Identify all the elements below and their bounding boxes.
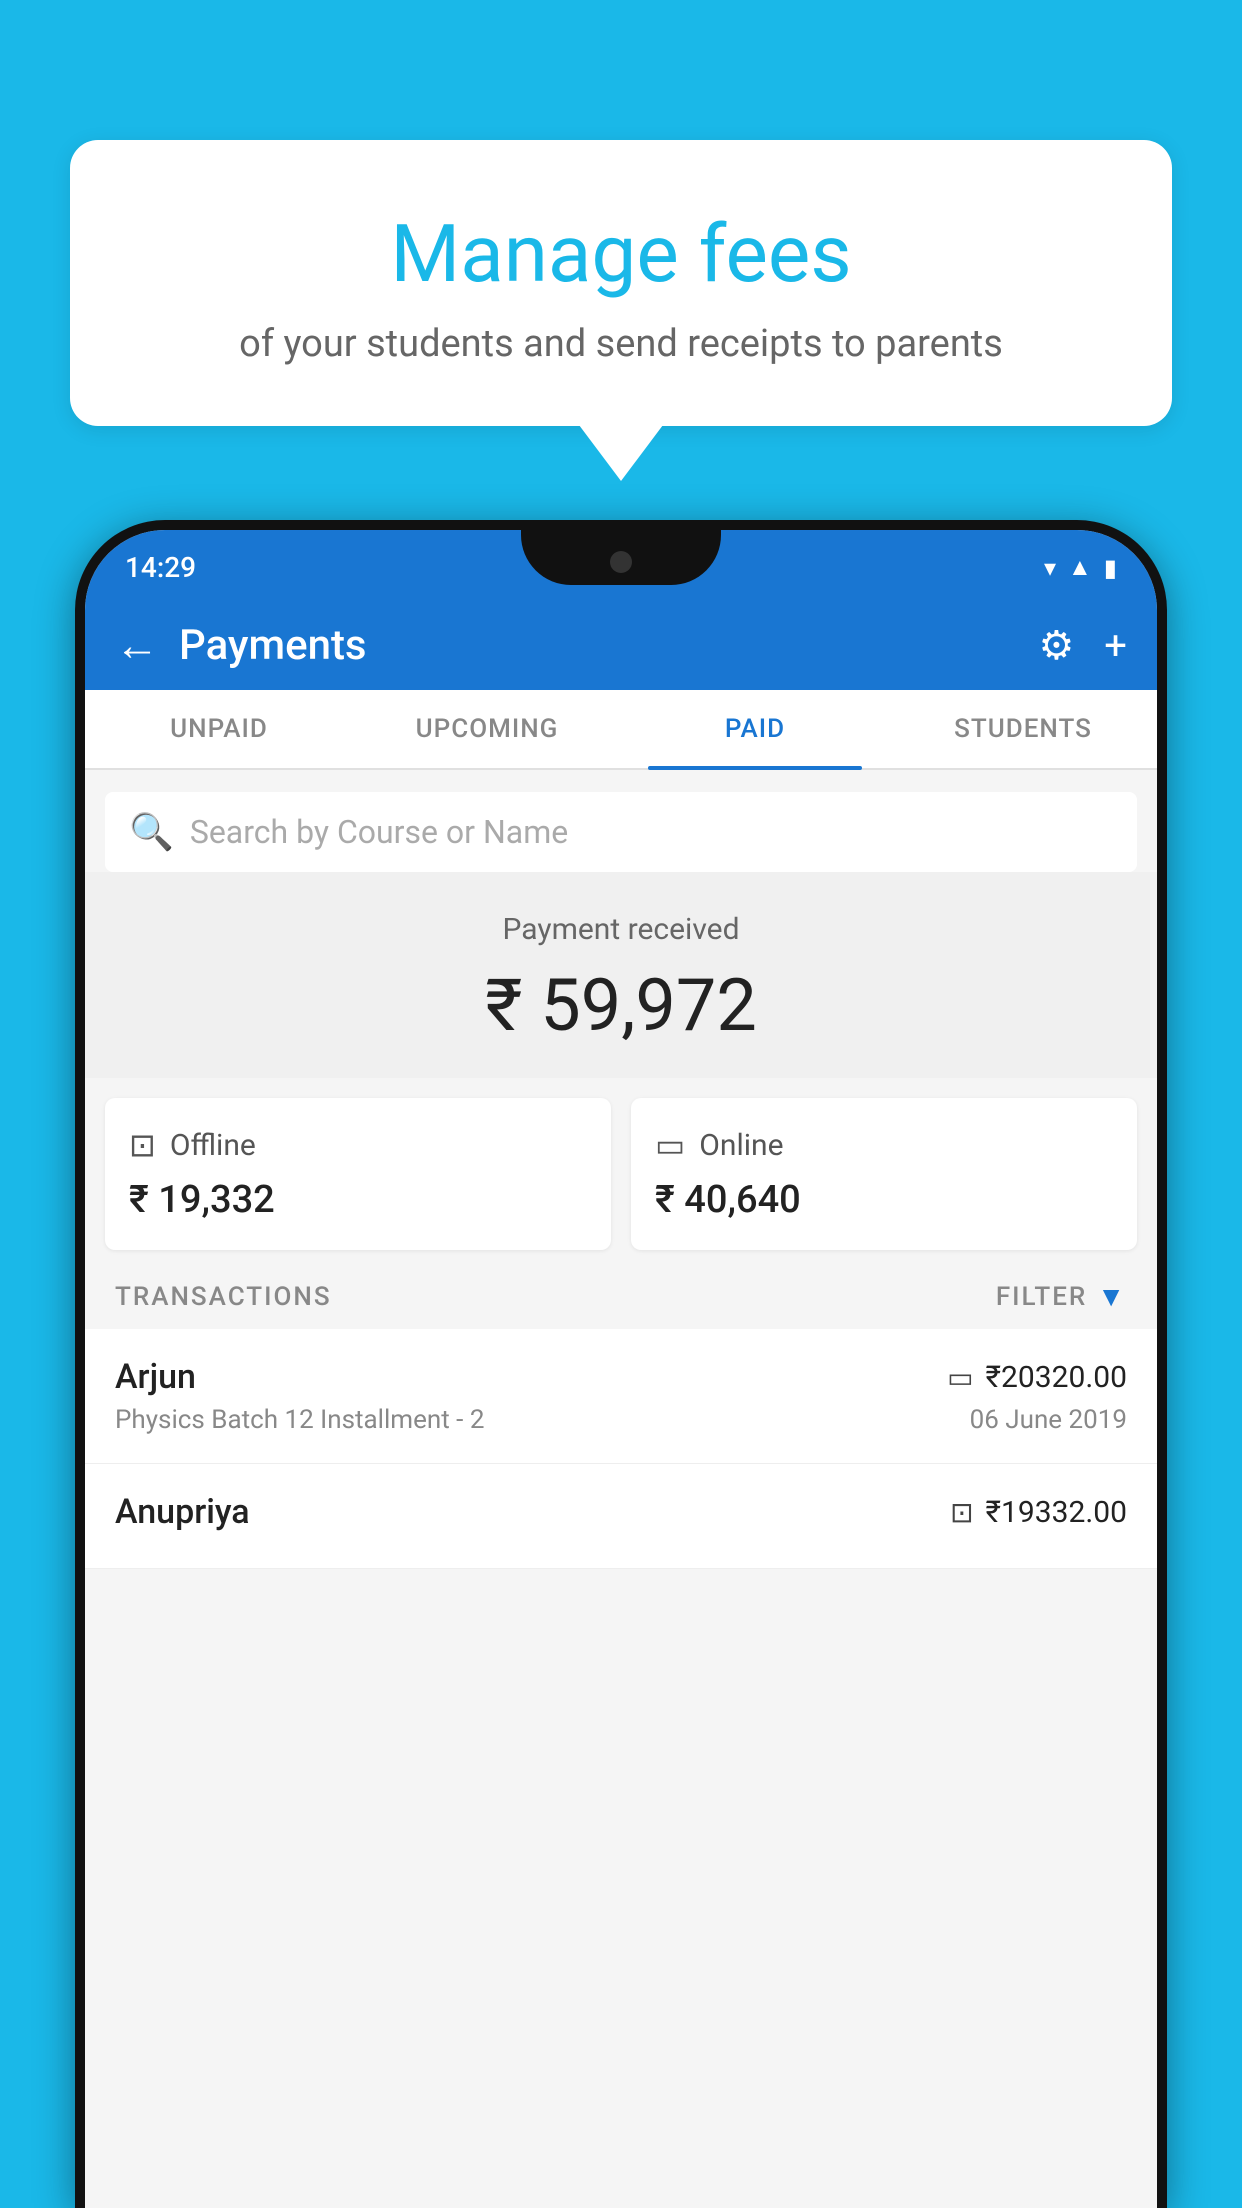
- tab-paid[interactable]: PAID: [621, 690, 889, 768]
- tab-upcoming[interactable]: UPCOMING: [353, 690, 621, 768]
- phone-notch: [521, 530, 721, 585]
- online-amount: ₹ 40,640: [655, 1178, 1113, 1222]
- offline-label: Offline: [170, 1128, 256, 1163]
- wifi-icon: ▾: [1044, 554, 1056, 582]
- offline-icon: ⊡: [129, 1126, 156, 1164]
- settings-icon[interactable]: ⚙: [1038, 622, 1074, 669]
- transactions-label: TRANSACTIONS: [115, 1282, 332, 1312]
- online-label: Online: [699, 1128, 783, 1163]
- offline-amount: ₹ 19,332: [129, 1178, 587, 1222]
- app-header: ← Payments ⚙ +: [85, 600, 1157, 690]
- back-button[interactable]: ←: [115, 619, 159, 671]
- search-icon: 🔍: [129, 811, 174, 853]
- offline-payment-icon: ⊡: [950, 1496, 973, 1529]
- speech-bubble: Manage fees of your students and send re…: [70, 140, 1172, 426]
- transaction-top: Arjun ▭ ₹20320.00: [115, 1357, 1127, 1397]
- offline-card-header: ⊡ Offline: [129, 1126, 587, 1164]
- bubble-title: Manage fees: [130, 210, 1112, 298]
- search-placeholder: Search by Course or Name: [190, 813, 568, 851]
- header-actions: ⚙ +: [1038, 622, 1127, 669]
- bubble-subtitle: of your students and send receipts to pa…: [130, 322, 1112, 366]
- status-icons: ▾ ▲ ▮: [1044, 553, 1117, 582]
- signal-icon: ▲: [1068, 553, 1092, 582]
- payment-cards: ⊡ Offline ₹ 19,332 ▭ Online ₹ 40,640: [105, 1098, 1137, 1250]
- online-card-header: ▭ Online: [655, 1126, 1113, 1164]
- payment-total-amount: ₹ 59,972: [115, 963, 1127, 1048]
- online-payment-icon: ▭: [947, 1361, 973, 1394]
- transactions-header: TRANSACTIONS FILTER ▼: [85, 1250, 1157, 1329]
- camera: [610, 551, 632, 573]
- transaction-amount: ⊡ ₹19332.00: [950, 1495, 1127, 1530]
- status-time: 14:29: [125, 551, 196, 584]
- online-card: ▭ Online ₹ 40,640: [631, 1098, 1137, 1250]
- transaction-date: 06 June 2019: [970, 1405, 1127, 1435]
- transaction-amount: ▭ ₹20320.00: [947, 1360, 1127, 1395]
- filter-button[interactable]: FILTER ▼: [996, 1280, 1127, 1313]
- transaction-name: Anupriya: [115, 1492, 250, 1532]
- add-icon[interactable]: +: [1104, 622, 1127, 669]
- transaction-description: Physics Batch 12 Installment - 2: [115, 1405, 484, 1435]
- phone-screen: 14:29 ▾ ▲ ▮ ← Payments ⚙ + UNPAID UPCOMI…: [85, 530, 1157, 2208]
- payment-summary: Payment received ₹ 59,972: [85, 872, 1157, 1078]
- offline-card: ⊡ Offline ₹ 19,332: [105, 1098, 611, 1250]
- tab-unpaid[interactable]: UNPAID: [85, 690, 353, 768]
- transaction-bottom: Physics Batch 12 Installment - 2 06 June…: [115, 1405, 1127, 1435]
- content-area: 🔍 Search by Course or Name Payment recei…: [85, 772, 1157, 2208]
- table-row[interactable]: Arjun ▭ ₹20320.00 Physics Batch 12 Insta…: [85, 1329, 1157, 1464]
- header-title: Payments: [179, 621, 1038, 670]
- filter-icon: ▼: [1097, 1280, 1127, 1313]
- table-row[interactable]: Anupriya ⊡ ₹19332.00: [85, 1464, 1157, 1569]
- filter-label: FILTER: [996, 1282, 1087, 1312]
- tab-students[interactable]: STUDENTS: [889, 690, 1157, 768]
- payment-received-label: Payment received: [115, 912, 1127, 947]
- online-icon: ▭: [655, 1126, 685, 1164]
- phone-frame: 14:29 ▾ ▲ ▮ ← Payments ⚙ + UNPAID UPCOMI…: [75, 520, 1167, 2208]
- transaction-top: Anupriya ⊡ ₹19332.00: [115, 1492, 1127, 1532]
- search-bar[interactable]: 🔍 Search by Course or Name: [105, 792, 1137, 872]
- transaction-name: Arjun: [115, 1357, 196, 1397]
- tabs-bar: UNPAID UPCOMING PAID STUDENTS: [85, 690, 1157, 770]
- battery-icon: ▮: [1104, 554, 1117, 582]
